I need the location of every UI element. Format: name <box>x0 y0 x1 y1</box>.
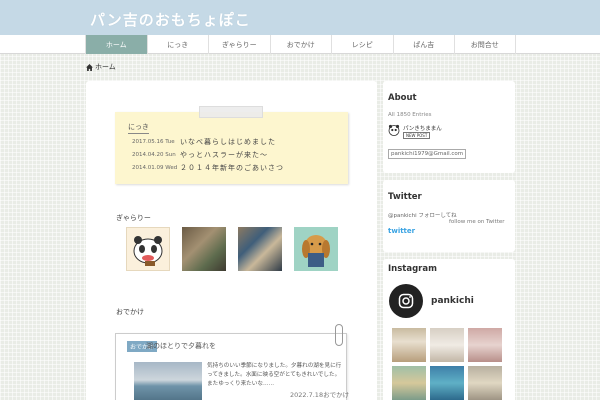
diary-entry[interactable]: 2017.05.16 Tue いなべ暮らしはじめました <box>132 138 275 146</box>
site-title[interactable]: パン吉のおもちょぽこ <box>90 9 251 30</box>
paperclip-icon <box>335 324 343 346</box>
instagram-photo[interactable] <box>392 328 426 362</box>
twitter-handle[interactable]: @pankichi フォローしてね <box>388 211 457 219</box>
nav-item-recipe[interactable]: レシピ <box>331 35 393 54</box>
post-date: 2022.7.18おでかけ <box>290 389 349 399</box>
dog-illustration <box>302 235 330 267</box>
diary-link[interactable]: ２０１４年新年のごあいさつ <box>180 163 284 173</box>
nav-item-pankichi[interactable]: ぱん吉 <box>392 35 455 54</box>
new-post-badge: NEW POST <box>403 132 431 139</box>
diary-title: にっき <box>128 122 149 134</box>
instagram-grid <box>392 328 502 400</box>
diary-link[interactable]: いなべ暮らしはじめました <box>180 137 276 147</box>
breadcrumb: ホーム <box>86 62 116 72</box>
nav-item-contact[interactable]: お問合せ <box>454 35 516 54</box>
gallery-image-4[interactable] <box>294 227 338 271</box>
instagram-icon <box>398 293 414 309</box>
diary-link[interactable]: やっとハスラーが来た～ <box>180 150 268 160</box>
gallery-image-3[interactable] <box>238 227 282 271</box>
twitter-logo[interactable]: twitter <box>388 227 415 235</box>
instagram-avatar[interactable] <box>389 284 423 318</box>
outing-title: おでかけ <box>116 308 144 316</box>
main-nav: ホーム にっき ぎゃらりー おでかけ レシピ ぱん吉 お問合せ <box>85 35 516 54</box>
instagram-username[interactable]: pankichi <box>431 296 474 306</box>
post-date-value: 2022.7.18 <box>290 391 324 399</box>
instagram-photo[interactable] <box>468 328 502 362</box>
nav-item-outing[interactable]: おでかけ <box>269 35 332 54</box>
profile-name[interactable]: パンきちままん <box>403 124 442 132</box>
nav-item-home[interactable]: ホーム <box>85 35 147 54</box>
instagram-title: Instagram <box>388 264 437 274</box>
entry-count: All 1850 Entries <box>388 112 432 118</box>
diary-entry[interactable]: 2014.01.09 Wed ２０１４年新年のごあいさつ <box>132 164 283 172</box>
twitter-title: Twitter <box>388 192 422 202</box>
instagram-photo[interactable] <box>468 366 502 400</box>
diary-date: 2014.01.09 Wed <box>132 165 178 171</box>
breadcrumb-home[interactable]: ホーム <box>95 62 116 72</box>
panda-illustration <box>133 236 163 266</box>
post-thumbnail[interactable] <box>134 362 202 400</box>
diary-note <box>115 112 348 184</box>
panda-icon <box>388 124 400 136</box>
nav-item-gallery[interactable]: ぎゃらりー <box>208 35 270 54</box>
follow-link[interactable]: follow me on Twitter <box>449 219 505 225</box>
instagram-photo[interactable] <box>430 328 464 362</box>
instagram-photo[interactable] <box>430 366 464 400</box>
gallery-image-1[interactable] <box>126 227 170 271</box>
nav-item-diary[interactable]: にっき <box>146 35 209 54</box>
tape-decoration <box>199 106 263 118</box>
email-link[interactable]: pankichi1979@Gmail.com <box>388 149 467 159</box>
gallery-image-2[interactable] <box>182 227 226 271</box>
diary-date: 2014.04.20 Sun <box>132 152 176 158</box>
instagram-photo[interactable] <box>392 366 426 400</box>
gallery-title: ぎゃらりー <box>116 214 151 222</box>
about-title: About <box>388 93 417 103</box>
post-excerpt: 気持ちのいい季節になりました。夕暮れの湖を見に行ってきました。水面に映る空がとて… <box>207 363 342 387</box>
post-date-category[interactable]: おでかけ <box>323 391 349 399</box>
diary-date: 2017.05.16 Tue <box>132 139 175 145</box>
home-icon <box>86 63 93 71</box>
post-title[interactable]: 湖のほとりで夕暮れを <box>146 341 216 351</box>
diary-entry[interactable]: 2014.04.20 Sun やっとハスラーが来た～ <box>132 151 267 159</box>
